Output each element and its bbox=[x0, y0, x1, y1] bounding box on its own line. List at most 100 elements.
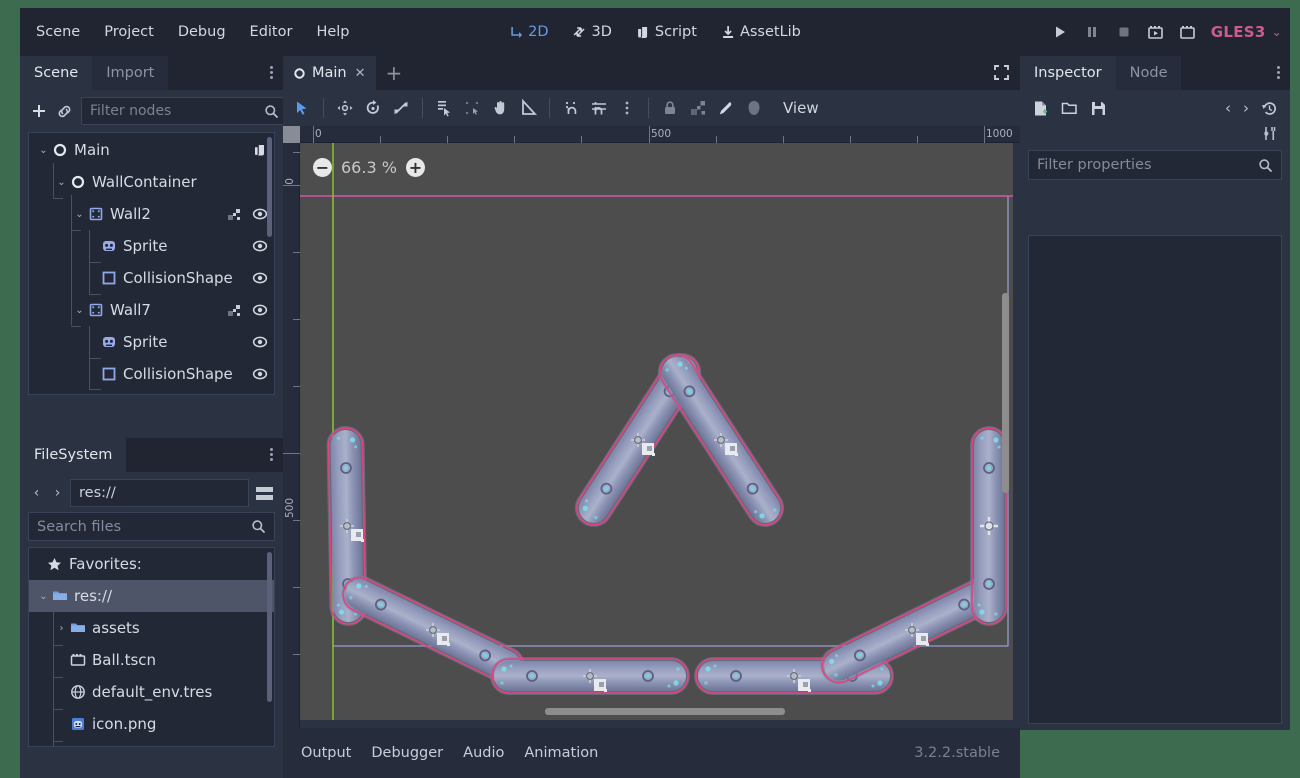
object-tools-icon[interactable] bbox=[1261, 125, 1278, 142]
canvas-scrollbar-vertical[interactable] bbox=[1002, 293, 1009, 493]
new-resource-icon[interactable] bbox=[1032, 100, 1049, 117]
close-icon[interactable]: ✕ bbox=[355, 66, 366, 81]
tab-scene[interactable]: Scene bbox=[20, 56, 92, 90]
filesystem-entry-ball-tscn[interactable]: Ball.tscn bbox=[29, 644, 274, 676]
visibility-eye-icon[interactable] bbox=[252, 238, 268, 254]
group-icon[interactable] bbox=[227, 303, 242, 318]
menu-help[interactable]: Help bbox=[304, 19, 361, 45]
renderer-selector[interactable]: GLES3 ⌄ bbox=[1211, 23, 1282, 41]
menu-editor[interactable]: Editor bbox=[238, 19, 305, 45]
zoom-out-button[interactable]: − bbox=[313, 158, 332, 177]
pause-icon[interactable] bbox=[1083, 23, 1101, 41]
history-icon[interactable] bbox=[1261, 100, 1278, 117]
bottom-tab-output[interactable]: Output bbox=[291, 740, 361, 766]
visibility-eye-icon[interactable] bbox=[252, 206, 268, 222]
filesystem-dock-menu-icon[interactable] bbox=[270, 446, 274, 463]
split-mode-icon[interactable] bbox=[253, 487, 275, 500]
bottom-tab-animation[interactable]: Animation bbox=[514, 740, 608, 766]
new-scene-tab-button[interactable]: + bbox=[376, 56, 413, 90]
canvas-scrollbar-horizontal[interactable] bbox=[545, 708, 785, 715]
scene-node-wallcontainer[interactable]: ⌄ WallContainer bbox=[29, 166, 274, 198]
tab-inspector[interactable]: Inspector bbox=[1020, 56, 1116, 90]
tab-2d[interactable]: 2D bbox=[500, 19, 557, 45]
ruler-tool-button[interactable] bbox=[459, 95, 485, 121]
group-selected-button[interactable] bbox=[685, 95, 711, 121]
scene-node-sprite-2[interactable]: Sprite bbox=[29, 326, 274, 358]
save-resource-icon[interactable] bbox=[1090, 100, 1107, 117]
filesystem-entry-res[interactable]: ⌄ res:// bbox=[29, 580, 274, 612]
bottom-tab-debugger[interactable]: Debugger bbox=[361, 740, 453, 766]
grid-snap-button[interactable] bbox=[586, 95, 612, 121]
zoom-in-button[interactable]: + bbox=[406, 158, 425, 177]
angle-tool-button[interactable] bbox=[515, 95, 541, 121]
list-select-tool-button[interactable] bbox=[431, 95, 457, 121]
snap-options-button[interactable] bbox=[614, 95, 640, 121]
scene-node-sprite[interactable]: Sprite bbox=[29, 230, 274, 262]
play-custom-scene-icon[interactable] bbox=[1179, 23, 1197, 41]
filesystem-entry-main-gd[interactable]: Main.gd bbox=[29, 740, 274, 747]
view-menu-button[interactable]: View bbox=[783, 99, 819, 117]
snap-mode-button[interactable] bbox=[558, 95, 584, 121]
filter-properties-field[interactable] bbox=[1028, 150, 1282, 180]
filesystem-scrollbar[interactable] bbox=[267, 552, 272, 702]
inspector-properties-area[interactable] bbox=[1028, 235, 1282, 724]
add-node-button[interactable] bbox=[30, 100, 48, 122]
scene-node-main[interactable]: ⌄ Main bbox=[29, 134, 274, 166]
expand-icon[interactable] bbox=[993, 64, 1010, 81]
script-icon[interactable] bbox=[253, 143, 268, 158]
history-prev-button[interactable]: ‹ bbox=[1225, 99, 1231, 117]
chevron-down-icon[interactable]: ⌄ bbox=[55, 177, 68, 188]
scene-dock-menu-icon[interactable] bbox=[270, 64, 274, 81]
tab-script[interactable]: Script bbox=[627, 19, 706, 45]
nav-forward-icon[interactable]: › bbox=[49, 485, 66, 501]
tab-3d[interactable]: 3D bbox=[563, 19, 620, 45]
play-scene-icon[interactable] bbox=[1147, 23, 1165, 41]
chevron-down-icon[interactable]: ⌄ bbox=[37, 145, 50, 156]
stop-icon[interactable] bbox=[1115, 23, 1133, 41]
filesystem-entry-default-env[interactable]: default_env.tres bbox=[29, 676, 274, 708]
menu-debug[interactable]: Debug bbox=[166, 19, 238, 45]
open-resource-icon[interactable] bbox=[1061, 100, 1078, 117]
history-next-button[interactable]: › bbox=[1243, 99, 1249, 117]
menu-project[interactable]: Project bbox=[92, 19, 166, 45]
visibility-eye-icon[interactable] bbox=[252, 334, 268, 350]
chevron-down-icon[interactable]: ⌄ bbox=[73, 209, 86, 220]
inspector-dock-menu-icon[interactable] bbox=[1277, 64, 1281, 81]
filter-properties-input[interactable] bbox=[1037, 157, 1258, 173]
move-tool-button[interactable] bbox=[332, 95, 358, 121]
tab-import[interactable]: Import bbox=[92, 56, 168, 90]
scene-node-collisionshape-2[interactable]: CollisionShape bbox=[29, 358, 274, 390]
2d-viewport[interactable]: 0 500 1000 0 500 bbox=[283, 126, 1020, 728]
link-icon[interactable] bbox=[56, 100, 73, 122]
select-tool-button[interactable] bbox=[289, 95, 315, 121]
filter-nodes-field[interactable] bbox=[81, 97, 288, 125]
scene-tab-main[interactable]: Main ✕ bbox=[283, 56, 376, 90]
insert-key-button[interactable] bbox=[713, 95, 739, 121]
filesystem-search-field[interactable] bbox=[28, 512, 275, 541]
tab-node[interactable]: Node bbox=[1116, 56, 1182, 90]
animation-mask-button[interactable] bbox=[741, 95, 767, 121]
visibility-eye-icon[interactable] bbox=[252, 302, 268, 318]
lock-selected-button[interactable] bbox=[657, 95, 683, 121]
filesystem-path-field[interactable]: res:// bbox=[70, 479, 249, 507]
pan-tool-button[interactable] bbox=[487, 95, 513, 121]
rotate-tool-button[interactable] bbox=[360, 95, 386, 121]
scene-node-collisionshape[interactable]: CollisionShape bbox=[29, 262, 274, 294]
tab-filesystem[interactable]: FileSystem bbox=[20, 438, 126, 472]
scale-tool-button[interactable] bbox=[388, 95, 414, 121]
menu-scene[interactable]: Scene bbox=[24, 19, 92, 45]
scene-tree-scrollbar[interactable] bbox=[267, 137, 272, 237]
group-icon[interactable] bbox=[227, 207, 242, 222]
chevron-right-icon[interactable]: › bbox=[55, 623, 68, 634]
tab-assetlib[interactable]: AssetLib bbox=[712, 19, 810, 45]
visibility-eye-icon[interactable] bbox=[252, 366, 268, 382]
nav-back-icon[interactable]: ‹ bbox=[28, 485, 45, 501]
scene-node-wall7[interactable]: ⌄ Wall7 bbox=[29, 294, 274, 326]
chevron-down-icon[interactable]: ⌄ bbox=[73, 305, 86, 316]
filesystem-entry-assets[interactable]: › assets bbox=[29, 612, 274, 644]
visibility-eye-icon[interactable] bbox=[252, 270, 268, 286]
bottom-tab-audio[interactable]: Audio bbox=[453, 740, 514, 766]
filesystem-entry-icon-png[interactable]: icon.png bbox=[29, 708, 274, 740]
filesystem-search-input[interactable] bbox=[37, 519, 251, 535]
play-icon[interactable] bbox=[1051, 23, 1069, 41]
